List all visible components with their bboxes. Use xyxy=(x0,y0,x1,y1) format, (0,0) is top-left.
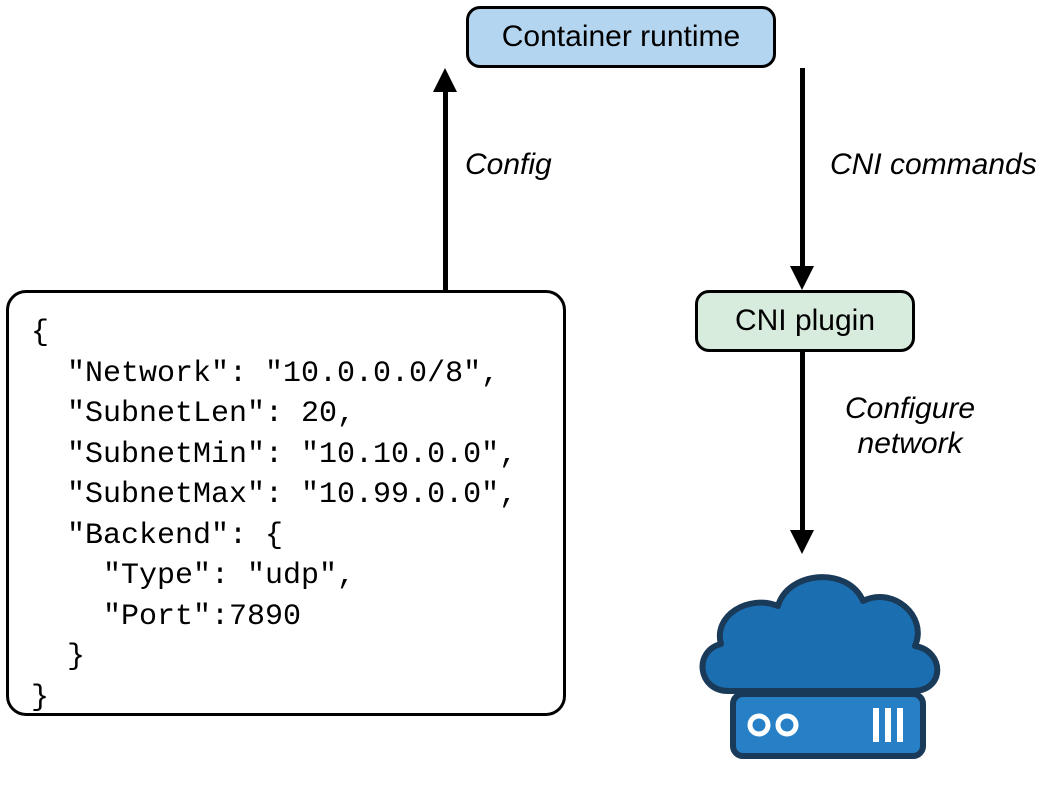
server-icon xyxy=(733,694,923,756)
cni-plugin-box: CNI plugin xyxy=(695,290,915,352)
configure-network-line1: Configure xyxy=(845,392,975,427)
cloud-icon xyxy=(703,577,938,691)
config-arrow-label: Config xyxy=(465,148,552,182)
container-runtime-box: Container runtime xyxy=(466,6,776,68)
cni-plugin-label: CNI plugin xyxy=(735,304,875,338)
configure-network-line2: network xyxy=(845,427,975,462)
cloud-server-icon xyxy=(693,546,953,776)
cni-commands-arrow-label: CNI commands xyxy=(830,148,1037,182)
configure-network-arrow-label: Configure network xyxy=(845,392,975,461)
config-json-content: { "Network": "10.0.0.0/8", "SubnetLen": … xyxy=(31,316,517,715)
config-json-box: { "Network": "10.0.0.0/8", "SubnetLen": … xyxy=(6,290,566,716)
container-runtime-label: Container runtime xyxy=(502,20,740,54)
